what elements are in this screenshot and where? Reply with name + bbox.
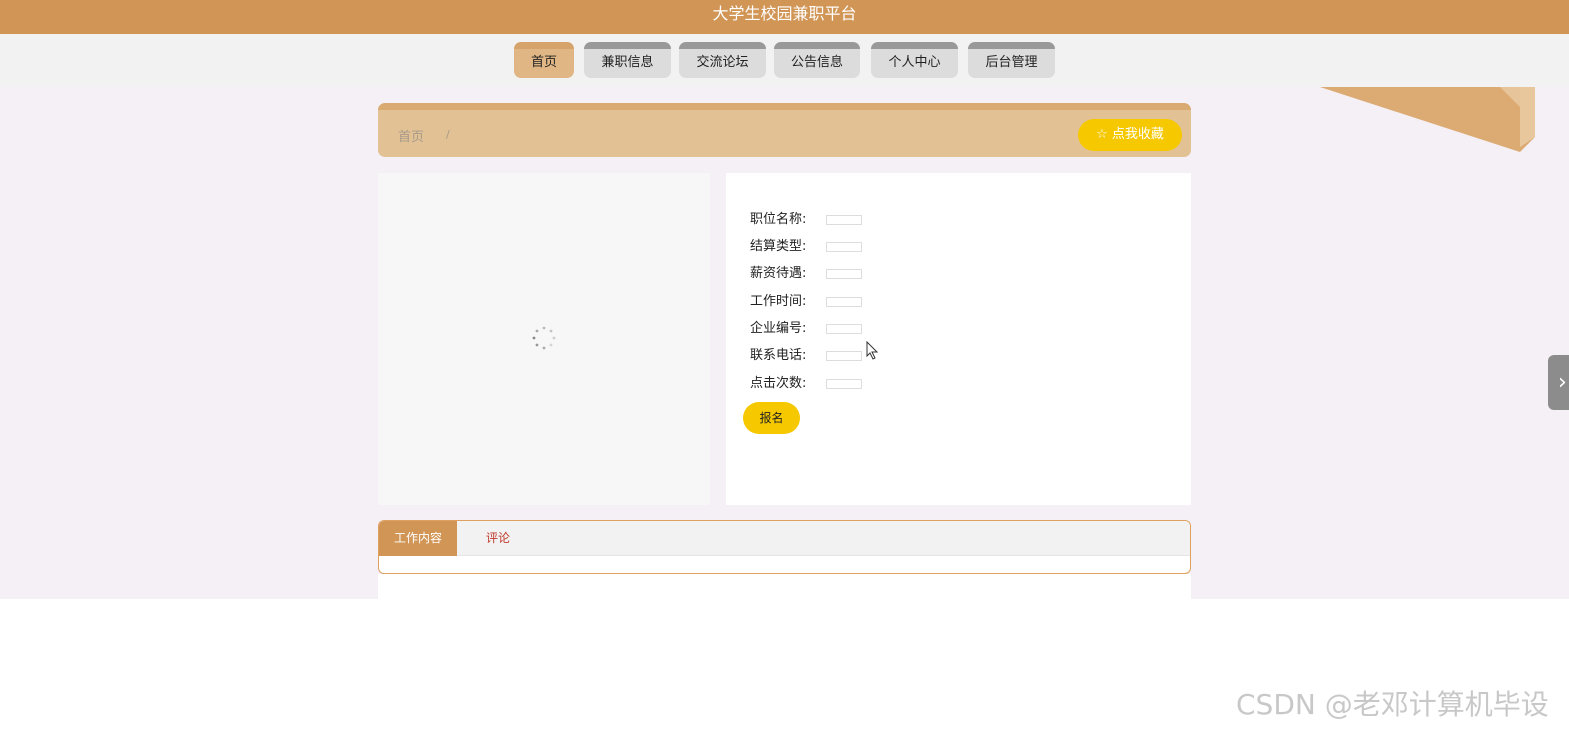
job-details-panel: 职位名称: 结算类型: 薪资待遇: 工作时间: 企业编号: 联系电话: 点击次数…: [726, 173, 1191, 505]
detail-value: [826, 269, 862, 279]
nav-item-label: 兼职信息: [601, 55, 654, 70]
nav-item-label: 后台管理: [985, 55, 1038, 70]
tab-comments[interactable]: 评论: [457, 521, 539, 556]
nav-item-label: 个人中心: [888, 55, 941, 70]
signup-button[interactable]: 报名: [743, 402, 800, 434]
detail-label: 职位名称:: [750, 212, 807, 227]
detail-row-company-id: 企业编号:: [750, 319, 1050, 339]
detail-row-clicks: 点击次数:: [750, 374, 1050, 394]
detail-value: [826, 242, 862, 252]
detail-label: 联系电话:: [750, 348, 807, 363]
mouse-cursor-icon: [866, 341, 879, 360]
loading-spinner-icon: [532, 326, 556, 350]
nav-item-label: 交流论坛: [696, 55, 749, 70]
nav-item-home[interactable]: 首页: [514, 42, 574, 78]
detail-value: [826, 351, 862, 361]
signup-button-label: 报名: [759, 411, 784, 425]
detail-label: 企业编号:: [750, 321, 807, 336]
nav-item-announcements[interactable]: 公告信息: [774, 42, 860, 78]
breadcrumb-home-link[interactable]: 首页: [398, 126, 424, 145]
nav-item-forum[interactable]: 交流论坛: [679, 42, 766, 78]
nav-item-profile[interactable]: 个人中心: [871, 42, 958, 78]
nav-item-label: 公告信息: [790, 55, 843, 70]
side-expand-button[interactable]: ›: [1548, 355, 1569, 410]
favorite-button[interactable]: ☆ 点我收藏: [1078, 119, 1182, 151]
detail-row-settlement: 结算类型:: [750, 237, 1050, 257]
main-nav: 首页 兼职信息 交流论坛 公告信息 个人中心 后台管理: [0, 34, 1569, 87]
job-image-panel: [378, 173, 710, 505]
detail-row-title: 职位名称:: [750, 210, 1050, 230]
detail-label: 结算类型:: [750, 239, 807, 254]
detail-value: [826, 379, 862, 389]
content-area: [378, 574, 1191, 599]
tab-job-content[interactable]: 工作内容: [379, 521, 457, 556]
detail-label: 点击次数:: [750, 376, 807, 391]
site-title: 大学生校园兼职平台: [712, 4, 857, 23]
site-header: 大学生校园兼职平台: [0, 0, 1569, 34]
nav-item-parttime[interactable]: 兼职信息: [584, 42, 671, 78]
detail-value: [826, 324, 862, 334]
detail-label: 薪资待遇:: [750, 266, 807, 281]
breadcrumb: 首页 / ☆ 点我收藏: [378, 103, 1191, 157]
detail-label: 工作时间:: [750, 294, 807, 309]
detail-row-phone: 联系电话:: [750, 346, 1050, 366]
chevron-right-icon: ›: [1558, 370, 1567, 395]
detail-row-worktime: 工作时间:: [750, 292, 1050, 312]
tabs-header: 工作内容 评论: [379, 521, 1190, 556]
tab-label: 评论: [485, 531, 510, 545]
detail-value: [826, 215, 862, 225]
breadcrumb-separator: /: [446, 128, 450, 141]
detail-tabs: 工作内容 评论: [378, 520, 1191, 574]
detail-row-salary: 薪资待遇:: [750, 264, 1050, 284]
detail-value: [826, 297, 862, 307]
favorite-button-label: ☆ 点我收藏: [1096, 127, 1164, 142]
decorative-shape: [1320, 87, 1535, 152]
nav-item-label: 首页: [530, 55, 557, 70]
watermark: CSDN @老邓计算机毕设: [1236, 688, 1549, 721]
nav-item-admin[interactable]: 后台管理: [968, 42, 1055, 78]
tab-label: 工作内容: [393, 531, 442, 545]
